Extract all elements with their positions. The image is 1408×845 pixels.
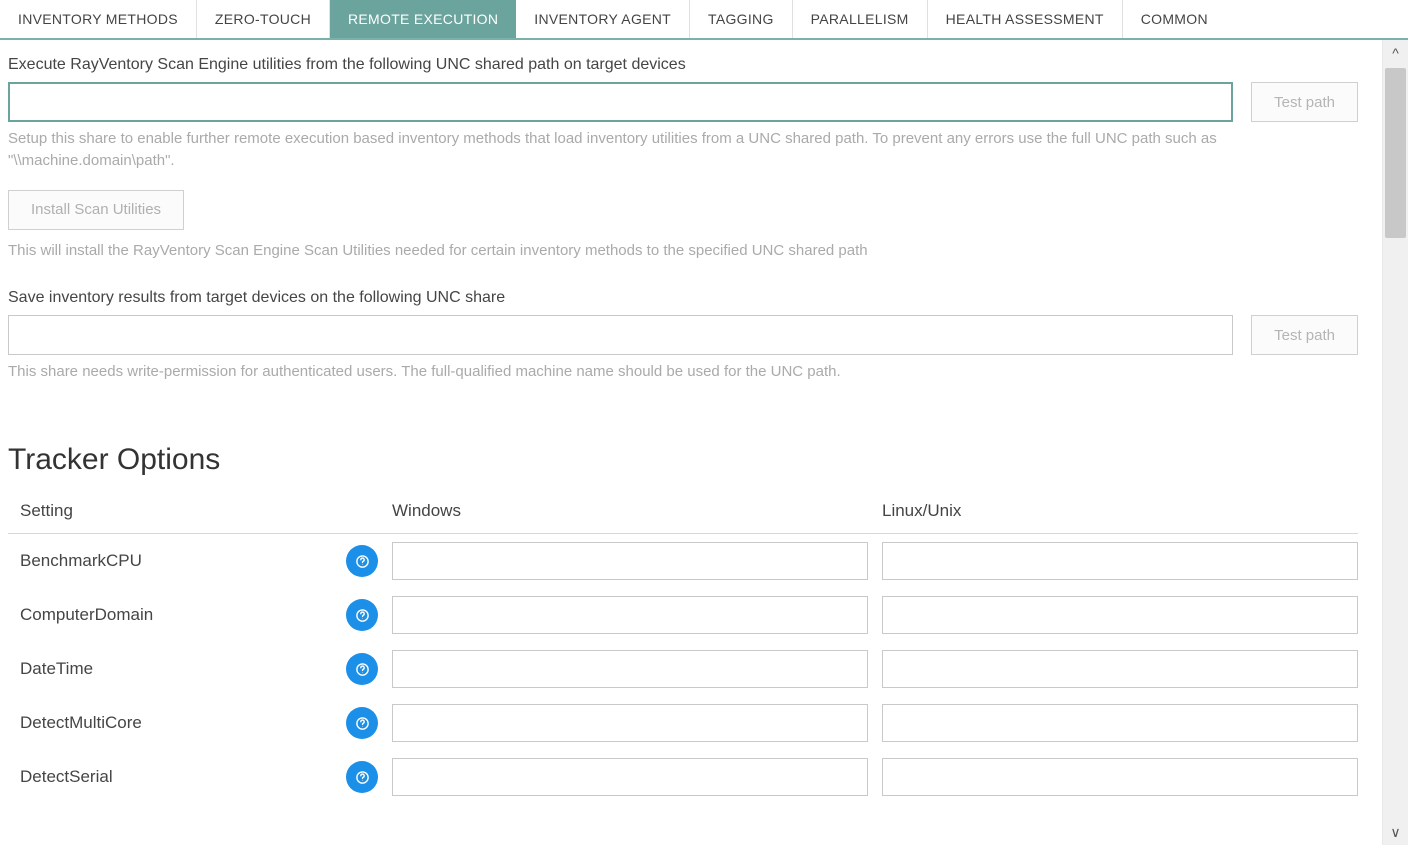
- windows-input[interactable]: [392, 650, 868, 688]
- windows-input[interactable]: [392, 596, 868, 634]
- test-path-save-button[interactable]: Test path: [1251, 315, 1358, 355]
- tracker-row: DateTime: [8, 642, 1358, 696]
- linux-input[interactable]: [882, 704, 1358, 742]
- tracker-row: DetectMultiCore: [8, 696, 1358, 750]
- scroll-up-arrow-icon[interactable]: ^: [1383, 40, 1408, 66]
- unc-exec-help: Setup this share to enable further remot…: [8, 128, 1218, 172]
- windows-input[interactable]: [392, 758, 868, 796]
- tracker-row: ComputerDomain: [8, 588, 1358, 642]
- unc-save-help: This share needs write-permission for au…: [8, 361, 1218, 383]
- windows-input[interactable]: [392, 704, 868, 742]
- setting-name: BenchmarkCPU: [20, 551, 320, 571]
- setting-name: DetectSerial: [20, 767, 320, 787]
- help-icon[interactable]: [346, 761, 378, 793]
- col-linux: Linux/Unix: [882, 501, 1358, 521]
- vertical-scrollbar[interactable]: ^ ∨: [1382, 40, 1408, 845]
- scroll-down-arrow-icon[interactable]: ∨: [1383, 819, 1408, 845]
- help-icon[interactable]: [346, 653, 378, 685]
- tracker-options-heading: Tracker Options: [8, 443, 1374, 477]
- linux-input[interactable]: [882, 650, 1358, 688]
- unc-save-input[interactable]: [8, 315, 1233, 355]
- setting-name: DetectMultiCore: [20, 713, 320, 733]
- tab-tagging[interactable]: TAGGING: [690, 0, 793, 38]
- tab-common[interactable]: COMMON: [1123, 0, 1226, 38]
- linux-input[interactable]: [882, 596, 1358, 634]
- linux-input[interactable]: [882, 542, 1358, 580]
- content-pane: Execute RayVentory Scan Engine utilities…: [0, 40, 1382, 845]
- tracker-row: DetectSerial: [8, 750, 1358, 804]
- tab-remote-execution[interactable]: REMOTE EXECUTION: [330, 0, 516, 38]
- setting-name: ComputerDomain: [20, 605, 320, 625]
- col-windows: Windows: [392, 501, 868, 521]
- tab-parallelism[interactable]: PARALLELISM: [793, 0, 928, 38]
- test-path-exec-button[interactable]: Test path: [1251, 82, 1358, 122]
- help-icon[interactable]: [346, 599, 378, 631]
- tab-bar: INVENTORY METHODS ZERO-TOUCH REMOTE EXEC…: [0, 0, 1408, 40]
- tracker-row: BenchmarkCPU: [8, 534, 1358, 588]
- unc-exec-label: Execute RayVentory Scan Engine utilities…: [8, 56, 1374, 74]
- unc-exec-input[interactable]: [8, 82, 1233, 122]
- linux-input[interactable]: [882, 758, 1358, 796]
- tab-inventory-methods[interactable]: INVENTORY METHODS: [0, 0, 197, 38]
- unc-save-label: Save inventory results from target devic…: [8, 289, 1374, 307]
- scrollbar-thumb[interactable]: [1385, 68, 1406, 238]
- install-scan-utilities-button[interactable]: Install Scan Utilities: [8, 190, 184, 230]
- help-icon[interactable]: [346, 707, 378, 739]
- install-help: This will install the RayVentory Scan En…: [8, 240, 1218, 262]
- setting-name: DateTime: [20, 659, 320, 679]
- col-setting: Setting: [20, 501, 320, 521]
- windows-input[interactable]: [392, 542, 868, 580]
- tab-inventory-agent[interactable]: INVENTORY AGENT: [516, 0, 690, 38]
- tab-zero-touch[interactable]: ZERO-TOUCH: [197, 0, 330, 38]
- tab-health-assessment[interactable]: HEALTH ASSESSMENT: [928, 0, 1123, 38]
- help-icon[interactable]: [346, 545, 378, 577]
- tracker-header-row: Setting Windows Linux/Unix: [8, 501, 1358, 534]
- tracker-table: Setting Windows Linux/Unix BenchmarkCPU …: [8, 501, 1358, 804]
